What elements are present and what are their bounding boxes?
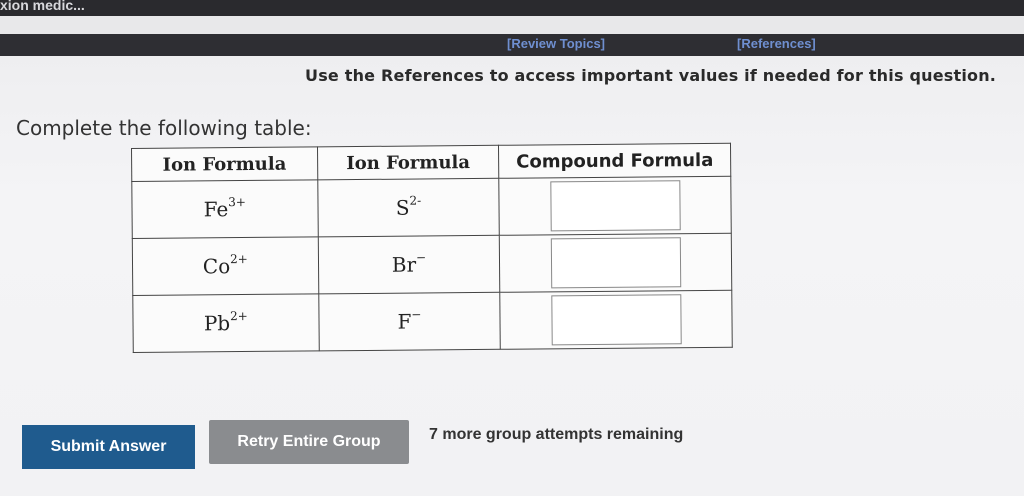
compound-formula-input[interactable] xyxy=(550,294,682,346)
header-ion-formula-1: Ion Formula xyxy=(131,146,318,182)
anion-charge: − xyxy=(416,250,427,265)
table-row: Pb2+ F− xyxy=(132,290,733,353)
cation-cell: Fe3+ xyxy=(131,179,318,239)
cation-cell: Co2+ xyxy=(132,236,319,296)
tab-title[interactable]: xion medic... xyxy=(0,0,85,13)
table-header-row: Ion Formula Ion Formula Compound Formula xyxy=(131,143,731,182)
anion-cell: Br− xyxy=(317,235,501,294)
cation-symbol: Co xyxy=(202,254,231,279)
toolbar-gap xyxy=(0,16,1024,34)
cation-cell: Pb2+ xyxy=(132,293,319,353)
browser-top-bar: xion medic... xyxy=(0,0,1024,16)
cation-symbol: Pb xyxy=(203,311,231,336)
references-link[interactable]: [References] xyxy=(737,36,816,51)
answer-cell xyxy=(499,176,732,236)
review-topics-link[interactable]: [Review Topics] xyxy=(507,36,605,51)
header-compound-formula: Compound Formula xyxy=(498,143,731,179)
anion-symbol: Br xyxy=(391,252,417,277)
anion-charge: 2- xyxy=(409,193,422,208)
compound-formula-input[interactable] xyxy=(550,237,681,289)
submit-answer-button[interactable]: Submit Answer xyxy=(22,425,195,469)
anion-cell: S2- xyxy=(317,178,500,237)
cation-symbol: Fe xyxy=(203,197,229,222)
anion-symbol: S xyxy=(395,195,410,220)
header-ion-formula-2: Ion Formula xyxy=(317,145,500,180)
cation-charge: 2+ xyxy=(230,309,248,324)
cation-charge: 3+ xyxy=(228,195,247,210)
answer-cell xyxy=(499,233,732,293)
cation-charge: 2+ xyxy=(230,252,248,267)
table-row: Co2+ Br− xyxy=(132,233,732,296)
question-prompt: Complete the following table: xyxy=(16,116,312,140)
attempts-remaining-text: 7 more group attempts remaining xyxy=(429,426,684,443)
references-bar: [Review Topics] [References] xyxy=(0,34,1024,56)
anion-cell: F− xyxy=(318,292,501,351)
retry-entire-group-button[interactable]: Retry Entire Group xyxy=(209,420,409,464)
table-row: Fe3+ S2- xyxy=(131,176,732,239)
ion-compound-table: Ion Formula Ion Formula Compound Formula… xyxy=(131,142,733,353)
compound-formula-input[interactable] xyxy=(549,180,681,232)
anion-symbol: F xyxy=(397,309,412,334)
references-notice: Use the References to access important v… xyxy=(305,66,997,85)
answer-cell xyxy=(500,290,733,350)
anion-charge: − xyxy=(411,307,422,322)
